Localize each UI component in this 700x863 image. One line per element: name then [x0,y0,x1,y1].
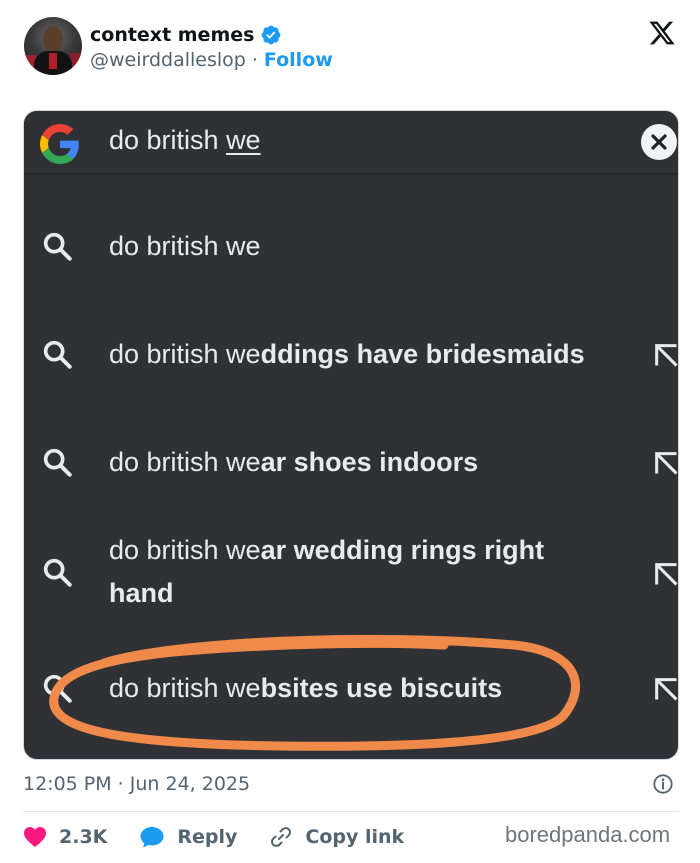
handle[interactable]: @weirddalleslop [90,49,246,71]
follow-button[interactable]: Follow [264,49,333,71]
search-icon [43,340,72,369]
timestamp[interactable]: 12:05 PM · Jun 24, 2025 [23,771,250,797]
suggestion-text-line2: hand [109,578,174,608]
handle-row: @weirddalleslop · Follow [90,48,333,72]
google-logo-icon [40,124,79,164]
fill-arrow-icon[interactable] [652,674,679,704]
fill-arrow-icon[interactable] [652,559,679,589]
suggestion-text: do british wear wedding rings right [109,535,545,565]
search-query[interactable]: do british we [109,125,261,156]
suggestion-text: do british weddings have bridesmaids [109,339,585,369]
clear-button[interactable] [641,124,677,160]
watermark: boredpanda.com [505,822,671,847]
verified-badge-icon [262,25,281,45]
fill-arrow-icon[interactable] [652,448,679,478]
divider [23,811,679,812]
query-prefix: do british [109,125,227,155]
search-icon [43,448,72,477]
clear-icon [651,134,667,150]
suggestion-text: do british wear shoes indoors [109,447,479,477]
search-icon [43,558,72,587]
x-logo-icon[interactable] [647,19,677,47]
link-icon [271,827,292,847]
marker-circle [49,634,580,751]
reply-button[interactable]: Reply [139,825,237,849]
suggestion-item[interactable]: do british wear wedding rings right hand [24,529,679,619]
search-bar: do british we [24,111,678,175]
separator: · [251,49,258,71]
embedded-screenshot[interactable]: do british we do british we do british w… [23,110,679,760]
query-underlined: we [226,125,261,155]
suggestion-item[interactable]: do british wear shoes indoors [24,439,679,487]
reply-bubble-icon [140,827,164,848]
tweet-card: context memes @weirddalleslop · Follow d… [0,0,700,863]
author-name-row: context memes [90,22,282,48]
heart-icon [24,827,46,847]
suggestion-item[interactable]: do british we [24,223,678,271]
like-count: 2.3K [59,826,108,848]
fill-arrow-icon[interactable] [652,340,679,370]
avatar[interactable] [24,17,82,75]
suggestion-text: do british we [109,231,261,261]
suggestion-item[interactable]: do british weddings have bridesmaids [24,331,679,379]
copy-link-label: Copy link [305,826,405,848]
reply-label: Reply [177,826,238,848]
copy-link-button[interactable]: Copy link [269,825,404,849]
search-icon [43,232,72,261]
action-bar: 2.3K Reply Copy link [23,823,436,851]
like-button[interactable]: 2.3K [23,826,107,848]
display-name[interactable]: context memes [90,24,254,46]
info-icon[interactable] [652,773,674,795]
